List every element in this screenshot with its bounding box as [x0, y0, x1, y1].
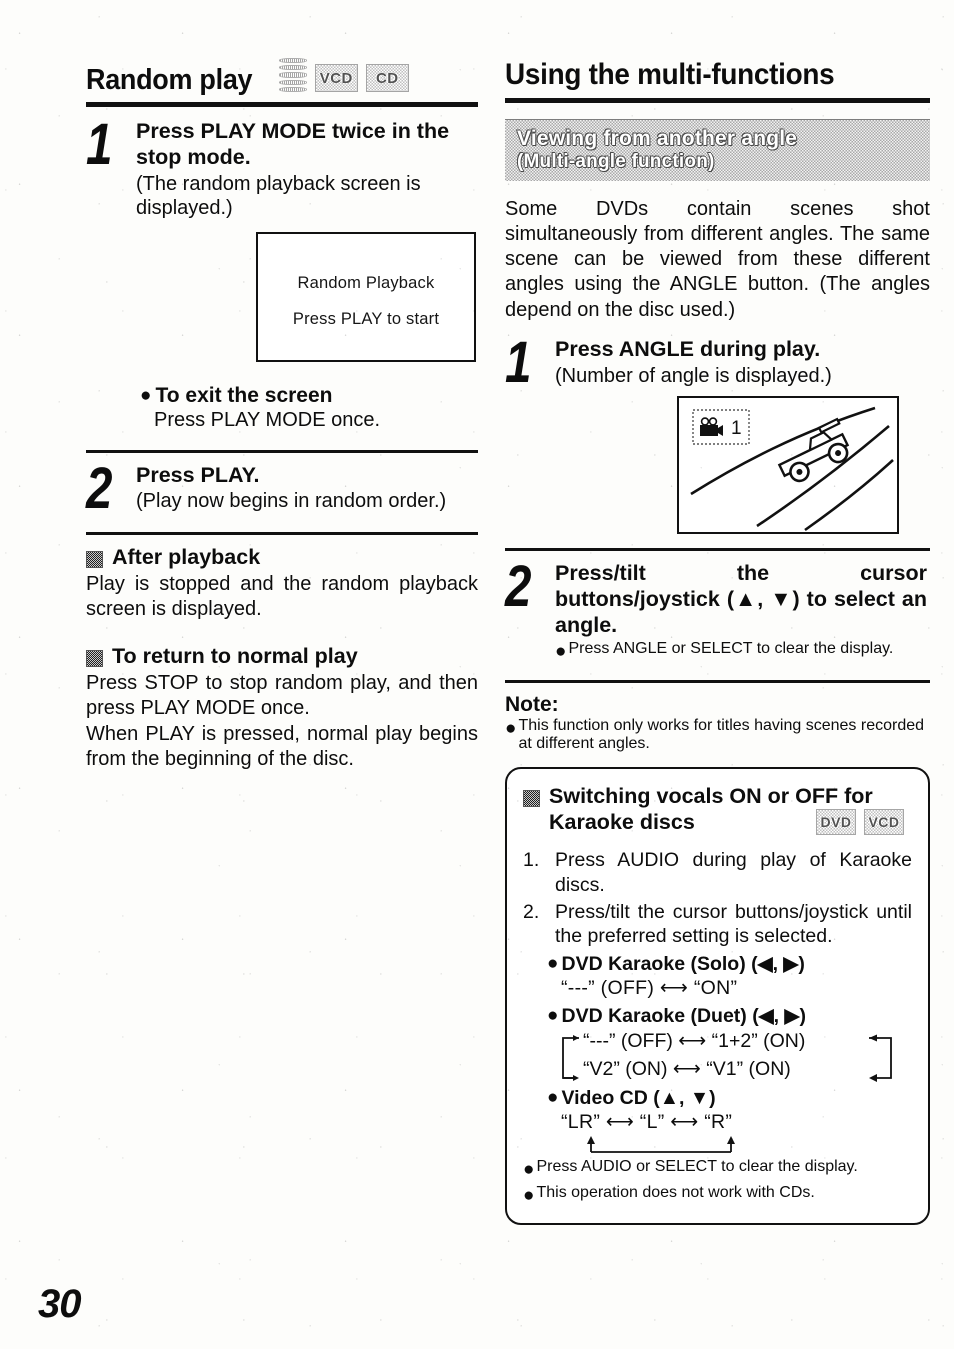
page-title-random-play: Random play [86, 64, 253, 96]
step-2-sub: (Play now begins in random order.) [136, 490, 447, 513]
movie-camera-icon [700, 417, 723, 436]
angle-step-1-sub: (Number of angle is displayed.) [555, 364, 832, 387]
bullet-dot-icon: ● [547, 1005, 559, 1027]
karaoke-option-duet-title: ● DVD Karaoke (Duet) (◀, ▶) [547, 1005, 807, 1028]
videocd-cycle-values: “LR” ⟷ “L” ⟷ “R” [561, 1110, 733, 1133]
race-car-scene-svg: 1 [690, 406, 894, 531]
badge-vcd: VCD [864, 809, 904, 836]
angle-step-2-title: Press/tilt the cursor buttons/joystick (… [555, 560, 927, 637]
angle-osd-box: 1 [692, 409, 750, 445]
karaoke-step-text: Press/tilt the cursor buttons/joystick u… [555, 900, 912, 947]
karaoke-step-number: 2. [523, 900, 540, 923]
divider-rule-2 [86, 531, 478, 535]
note-label: Note: [505, 693, 559, 717]
angle-number-label: 1 [731, 418, 742, 439]
note-section: Note: ● This function only works for tit… [505, 693, 930, 753]
divider-rule-right-1 [505, 547, 930, 551]
multi-angle-banner: Viewing from another angle (Multi-angle … [505, 119, 930, 181]
angle-step-2-bullet: ● Press ANGLE or SELECT to clear the dis… [555, 640, 894, 663]
duet-cycle-row-2: “V2” (ON) ⟷ “V1” (ON) [583, 1058, 791, 1081]
square-bullet-icon [86, 550, 103, 568]
note-bullet: ● This function only works for titles ha… [505, 717, 925, 753]
return-normal-play-body-1: Press STOP to stop random play, and then… [86, 672, 478, 720]
to-exit-body: Press PLAY MODE once. [154, 409, 381, 432]
videocd-cycle: “LR” ⟷ “L” ⟷ “R” [561, 1110, 912, 1156]
karaoke-step: 2. Press/tilt the cursor buttons/joystic… [523, 900, 912, 948]
random-play-header: Random play VCD CD [86, 57, 478, 96]
videocd-cycle-arrow [587, 1135, 735, 1153]
karaoke-steps: 1. Press AUDIO during play of Karaoke di… [523, 848, 912, 948]
step-2: 2 Press PLAY. (Play now begins in random… [86, 455, 478, 521]
karaoke-option-duet: ● DVD Karaoke (Duet) (◀, ▶) “---” (OFF) … [547, 1004, 912, 1090]
disc-stack-icon [278, 57, 307, 92]
square-bullet-icon [86, 650, 103, 668]
after-playback-body: Play is stopped and the random playback … [86, 572, 478, 620]
divider-rule-right-2 [505, 680, 930, 684]
karaoke-heading: Switching vocals ON or OFF for Karaoke d… [549, 784, 873, 835]
return-normal-play-heading: To return to normal play [86, 644, 478, 669]
screen-line-2: Press PLAY to start [292, 310, 440, 329]
random-playback-screen-illustration: Random Playback Press PLAY to start [256, 232, 476, 363]
after-playback-section: After playback Play is stopped and the r… [86, 545, 478, 622]
duet-cycle-row-1: “---” (OFF) ⟷ “1+2” (ON) [583, 1030, 806, 1053]
karaoke-footer-bullet-1: ● Press AUDIO or SELECT to clear the dis… [523, 1157, 858, 1180]
right-column: Using the multi-functions Viewing from a… [505, 58, 930, 1226]
header-rule [86, 102, 478, 107]
karaoke-option-solo: ● DVD Karaoke (Solo) (◀, ▶) “---” (OFF) … [547, 952, 912, 1000]
after-playback-heading: After playback [86, 545, 478, 570]
bullet-dot-icon: ● [555, 641, 567, 663]
return-normal-play-section: To return to normal play Press STOP to s… [86, 644, 478, 772]
angle-step-2: 2 Press/tilt the cursor buttons/joystick… [505, 553, 930, 664]
page-title-multi-functions: Using the multi-functions [505, 58, 835, 91]
angle-step-1-number: 1 [505, 329, 531, 395]
karaoke-option-solo-title: ● DVD Karaoke (Solo) (◀, ▶) [547, 953, 805, 976]
bullet-dot-icon: ● [523, 1158, 535, 1180]
left-column: Random play VCD CD 1 Press PLAY MODE twi… [86, 57, 478, 772]
karaoke-option-solo-values: “---” (OFF) ⟷ “ON” [561, 977, 738, 1000]
bullet-dot-icon: ● [140, 385, 152, 407]
step-1-title: Press PLAY MODE twice in the stop mode. [136, 119, 450, 169]
karaoke-step-number: 1. [523, 849, 540, 872]
screen-line-1: Random Playback [297, 274, 435, 293]
step-1-sub: (The random playback screen is displayed… [136, 172, 421, 219]
disc-badge-group: VCD CD [278, 57, 409, 95]
angle-step-1: 1 Press ANGLE during play. (Number of an… [505, 329, 930, 395]
to-exit-block: ● To exit the screen Press PLAY MODE onc… [140, 384, 478, 433]
karaoke-box: Switching vocals ON or OFF for Karaoke d… [505, 767, 930, 1226]
step-2-number: 2 [86, 455, 112, 521]
badge-dvd: DVD [816, 809, 856, 836]
angle-step-2-number: 2 [505, 553, 531, 619]
badge-cd: CD [365, 64, 409, 92]
return-normal-play-body-2: When PLAY is pressed, normal play begins… [86, 722, 478, 770]
banner-line-2: (Multi-angle function) [517, 150, 715, 172]
divider-rule-1 [86, 449, 478, 453]
step-1: 1 Press PLAY MODE twice in the stop mode… [86, 112, 478, 220]
step-1-number: 1 [86, 112, 112, 177]
karaoke-step: 1. Press AUDIO during play of Karaoke di… [523, 848, 912, 896]
banner-line-1: Viewing from another angle [517, 127, 798, 150]
to-exit-heading: ● To exit the screen [140, 384, 333, 408]
bullet-dot-icon: ● [523, 1184, 535, 1206]
karaoke-duet-cycle: “---” (OFF) ⟷ “1+2” (ON) “V2” (ON) ⟷ “V1… [557, 1028, 912, 1090]
angle-illustration: 1 [677, 395, 899, 534]
badge-vcd: VCD [314, 64, 358, 92]
angle-step-1-title: Press ANGLE during play. [555, 336, 821, 361]
karaoke-footer-bullet-2: ● This operation does not work with CDs. [523, 1183, 815, 1206]
bullet-dot-icon: ● [505, 718, 517, 740]
header-rule-right [505, 98, 930, 103]
karaoke-option-videocd: ● Video CD (▲, ▼) “LR” ⟷ “L” ⟷ “R” [547, 1086, 912, 1156]
manual-page: Random play VCD CD 1 Press PLAY MODE twi… [0, 0, 954, 1349]
karaoke-step-text: Press AUDIO during play of Karaoke discs… [555, 849, 912, 896]
multi-angle-intro: Some DVDs contain scenes shot simultaneo… [505, 197, 930, 321]
square-bullet-icon [523, 790, 540, 808]
page-number: 30 [38, 1282, 81, 1326]
step-2-title: Press PLAY. [136, 462, 260, 487]
bullet-dot-icon: ● [547, 953, 559, 975]
